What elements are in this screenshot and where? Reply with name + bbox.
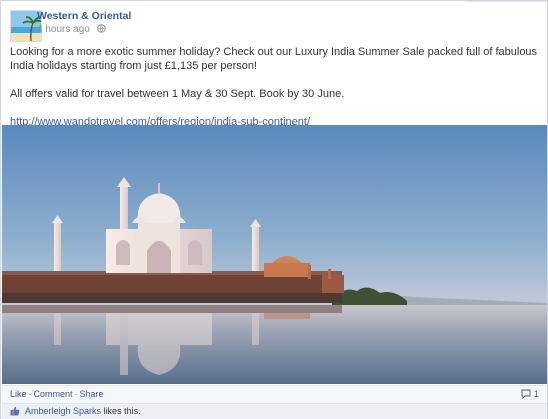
post-text-line-1: Looking for a more exotic summer holiday… xyxy=(10,46,538,72)
comment-count[interactable]: 1 xyxy=(521,389,539,400)
comment-link[interactable]: Comment xyxy=(34,389,73,399)
author-name[interactable]: Western & Oriental xyxy=(37,10,131,23)
public-globe-icon[interactable] xyxy=(97,24,106,36)
liker-name-link[interactable]: Amberleigh Sparks xyxy=(25,406,101,416)
post-text-line-2: All offers valid for travel between 1 Ma… xyxy=(10,88,345,100)
post-actions-bar: Like · Comment · Share 1 xyxy=(2,385,547,404)
likes-suffix: likes this. xyxy=(101,406,141,416)
post-message: Looking for a more exotic summer holiday… xyxy=(10,45,538,129)
card-top-edge xyxy=(467,1,547,2)
likes-summary: Amberleigh Sparks likes this. xyxy=(10,406,141,416)
separator: · xyxy=(28,389,32,399)
separator: · xyxy=(74,389,78,399)
post-card: Western & Oriental 4 hours ago Looking f… xyxy=(0,0,548,419)
post-actions: Like · Comment · Share xyxy=(10,389,104,399)
likes-bar: Amberleigh Sparks likes this. xyxy=(2,403,547,419)
thumbs-up-icon xyxy=(10,406,25,416)
author-block: Western & Oriental 4 hours ago xyxy=(37,10,131,36)
share-link[interactable]: Share xyxy=(80,389,104,399)
taj-mahal-image xyxy=(2,125,547,384)
post-timestamp[interactable]: 4 hours ago xyxy=(37,23,90,36)
post-photo-taj-mahal[interactable] xyxy=(2,125,547,384)
like-link[interactable]: Like xyxy=(10,389,27,399)
comment-count-value: 1 xyxy=(533,389,539,399)
comment-bubble-icon xyxy=(521,389,534,400)
